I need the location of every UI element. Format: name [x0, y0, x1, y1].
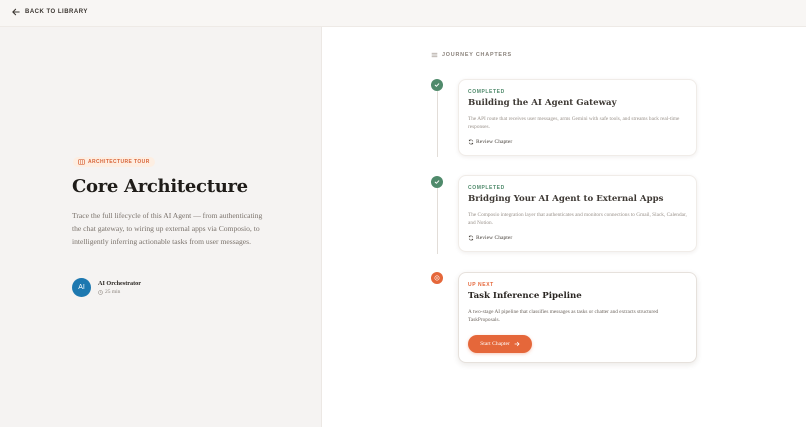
tag-label: ARCHITECTURE TOUR: [88, 159, 150, 165]
top-bar: BACK TO LIBRARY: [0, 0, 806, 27]
check-icon: [434, 180, 440, 184]
review-chapter-link[interactable]: Review Chapter: [468, 139, 512, 145]
page-title: Core Architecture: [72, 176, 248, 197]
author-name: AI Orchestrator: [98, 280, 142, 287]
clock-icon: [98, 289, 103, 295]
architecture-tour-tag: ARCHITECTURE TOUR: [73, 157, 155, 167]
chapter-card[interactable]: COMPLETED Bridging Your AI Agent to Exte…: [458, 175, 697, 252]
chapter-title: Task Inference Pipeline: [468, 291, 582, 301]
duration: 25 min: [105, 289, 121, 295]
chapter-status: COMPLETED: [468, 89, 505, 95]
author-block: AI AI Orchestrator 25 min: [72, 278, 141, 297]
timeline-line: [437, 91, 438, 157]
timeline-line: [437, 188, 438, 254]
chapter-description: A two-stage AI pipeline that classifies …: [468, 309, 659, 324]
check-icon: [434, 83, 440, 87]
start-chapter-label: Start Chapter: [480, 341, 510, 347]
arrow-right-icon: [514, 341, 520, 347]
play-icon: [434, 275, 440, 281]
chapter-title: Bridging Your AI Agent to External Apps: [468, 194, 664, 204]
chapter-description: The API route that receives user message…: [468, 116, 680, 131]
chapter-completed-marker: [431, 176, 443, 188]
chapter-completed-marker: [431, 79, 443, 91]
chapter-next-marker: [431, 272, 443, 284]
chapter-card[interactable]: COMPLETED Building the AI Agent Gateway …: [458, 79, 697, 156]
refresh-icon: [468, 235, 474, 241]
review-chapter-label: Review Chapter: [476, 139, 513, 145]
arrow-left-icon: [12, 8, 20, 16]
chapter-description: The Composio integration layer that auth…: [468, 212, 687, 227]
chapter-card-active[interactable]: UP NEXT Task Inference Pipeline A two-st…: [458, 272, 697, 363]
journey-heading-label: JOURNEY CHAPTERS: [442, 52, 512, 58]
chapter-status: COMPLETED: [468, 185, 505, 191]
back-label: BACK TO LIBRARY: [25, 9, 88, 15]
list-icon: [431, 52, 438, 58]
refresh-icon: [468, 139, 474, 145]
chapter-title: Building the AI Agent Gateway: [468, 98, 617, 108]
review-chapter-label: Review Chapter: [476, 235, 513, 241]
chapter-status: UP NEXT: [468, 282, 494, 288]
start-chapter-button[interactable]: Start Chapter: [468, 335, 532, 353]
map-icon: [78, 159, 85, 165]
avatar: AI: [72, 278, 91, 297]
review-chapter-link[interactable]: Review Chapter: [468, 235, 512, 241]
page-description: Trace the full lifecycle of this AI Agen…: [72, 211, 263, 247]
back-to-library-link[interactable]: BACK TO LIBRARY: [12, 8, 88, 16]
journey-heading: JOURNEY CHAPTERS: [431, 52, 512, 58]
